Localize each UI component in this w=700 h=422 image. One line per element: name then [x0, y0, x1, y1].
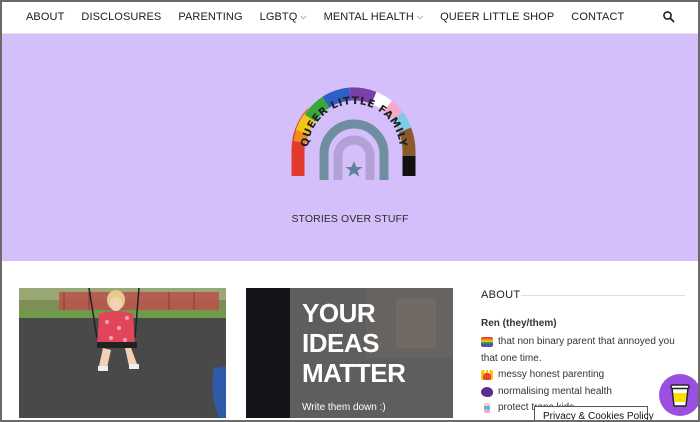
rainbow-flag-icon [481, 337, 493, 348]
nav-item-queer-little-shop[interactable]: QUEER LITTLE SHOP [440, 11, 554, 23]
sign-subtext: Write them down :) [302, 402, 386, 413]
search-icon[interactable] [662, 10, 676, 24]
nav-item-disclosures[interactable]: DISCLOSURES [81, 11, 161, 23]
bio-line: normalising mental health [481, 384, 681, 401]
tagline: STORIES OVER STUFF [291, 213, 409, 225]
bio-line: that one time. [481, 352, 542, 364]
author-name: Ren (they/them) [481, 318, 557, 329]
child-on-swing-photo [19, 288, 226, 418]
queer-little-family-logo[interactable]: QUEER LITTLE FAMILY [288, 84, 420, 188]
nav-item-parenting[interactable]: PARENTING [178, 11, 242, 23]
bio-line: messy honest parenting [481, 367, 681, 384]
hero-banner: QUEER LITTLE FAMILY STORIES OVER STUFF [2, 34, 698, 261]
privacy-cookies-policy-button[interactable]: Privacy & Cookies Policy [534, 406, 654, 422]
top-navigation: ABOUT DISCLOSURES PARENTING LGBTQ ⌵ MENTA… [0, 0, 700, 34]
chevron-down-icon: ⌵ [416, 12, 424, 21]
post-thumbnail-ideas[interactable]: YOUR IDEAS MATTER Write them down :) [246, 288, 453, 418]
bio-line: that non binary parent that annoyed you [481, 334, 681, 351]
nav-item-lgbtq[interactable]: LGBTQ ⌵ [260, 11, 307, 23]
sign-text: YOUR IDEAS MATTER [302, 298, 406, 388]
sidebar-heading-about: ABOUT [481, 289, 521, 301]
fries-icon [481, 370, 493, 381]
heading-divider [521, 295, 685, 296]
coffee-cup-icon [670, 384, 690, 407]
nav-item-contact[interactable]: CONTACT [571, 11, 624, 23]
chevron-down-icon: ⌵ [300, 12, 307, 21]
post-thumbnail-swing[interactable] [19, 288, 226, 418]
support-button[interactable] [659, 374, 700, 416]
person-icon [484, 403, 490, 414]
head-icon [481, 386, 493, 397]
nav-item-about[interactable]: ABOUT [26, 11, 64, 23]
author-bio: that non binary parent that annoyed you … [481, 334, 681, 417]
nav-item-mental-health[interactable]: MENTAL HEALTH ⌵ [324, 11, 424, 23]
